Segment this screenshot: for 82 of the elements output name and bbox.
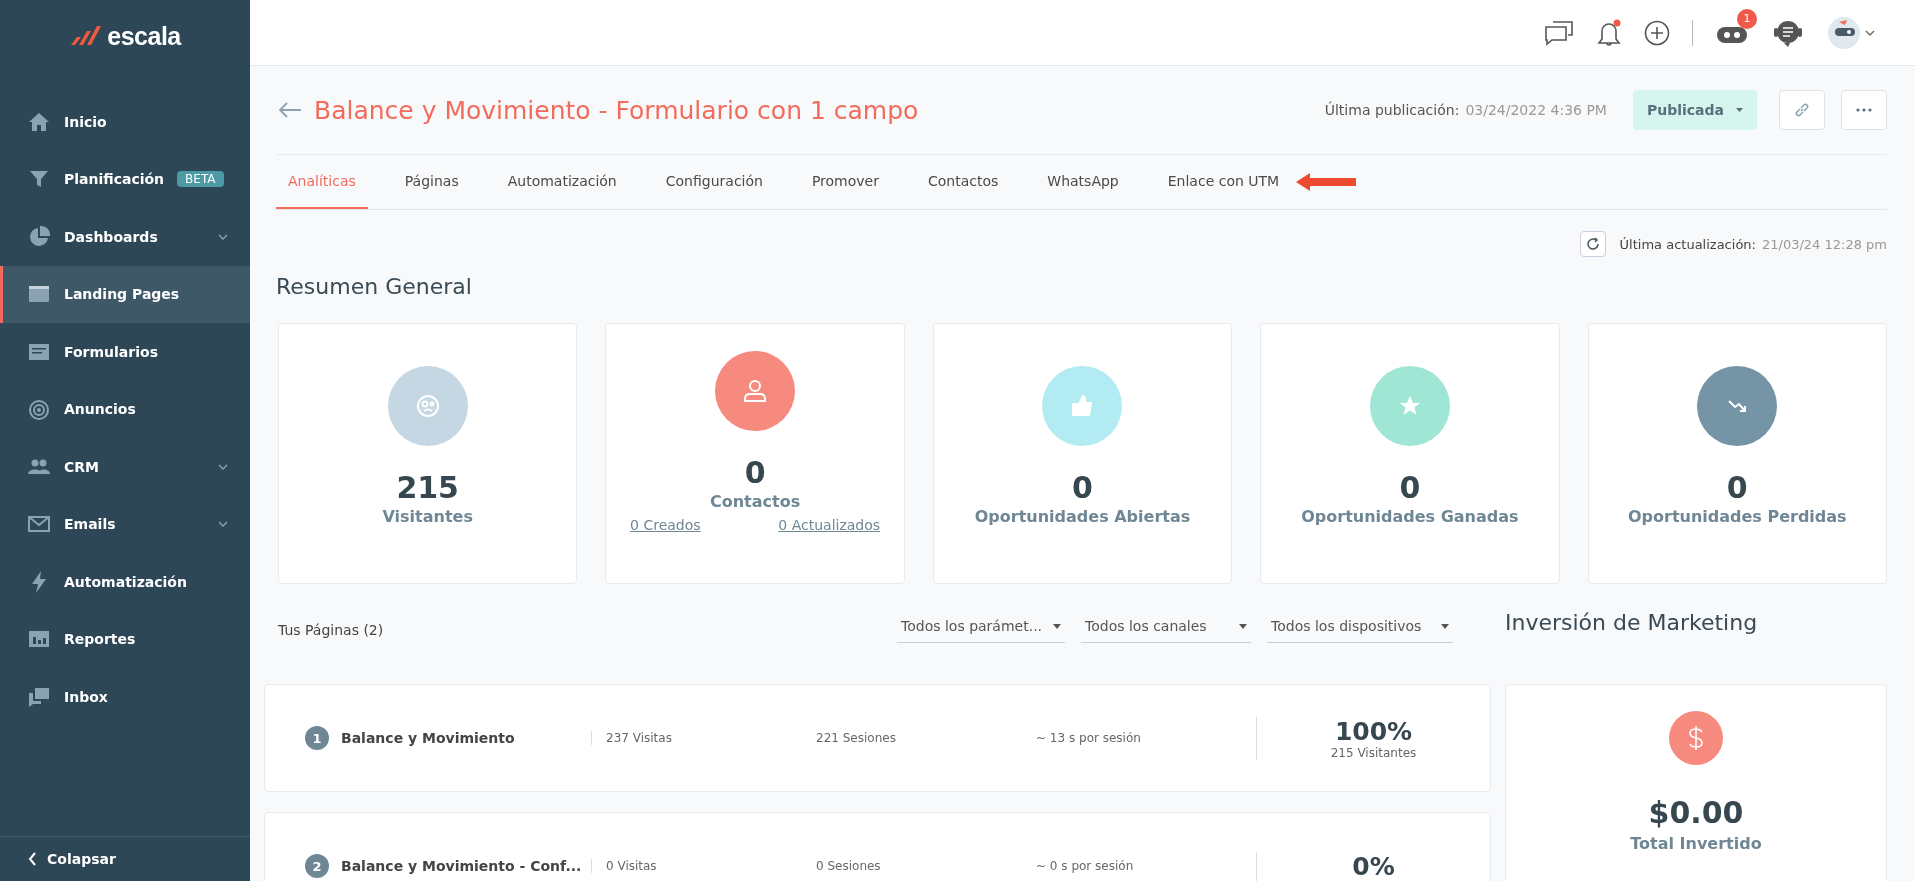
logo-text: escala bbox=[107, 21, 181, 51]
refresh-icon bbox=[1585, 237, 1600, 251]
stat-label: Oportunidades Abiertas bbox=[974, 507, 1191, 526]
sidebar-item[interactable]: Dashboards bbox=[0, 208, 250, 266]
stat-value: 0 bbox=[744, 455, 766, 490]
stat-value: 0 bbox=[1399, 470, 1421, 505]
duration-text: ~ 0 s por sesión bbox=[1036, 859, 1135, 873]
refresh-button[interactable] bbox=[1579, 231, 1606, 257]
sidebar-item[interactable]: Automatización bbox=[0, 553, 250, 611]
sidebar-item[interactable]: Inicio bbox=[0, 93, 250, 151]
filter-dropdown[interactable]: Todos los dispositivos bbox=[1267, 610, 1453, 643]
sessions-text: 221 Sesiones bbox=[816, 731, 897, 745]
tab[interactable]: WhatsApp bbox=[1035, 155, 1131, 209]
sidebar-item[interactable]: Reportes bbox=[0, 610, 250, 668]
marketing-label: Total Invertido bbox=[1630, 834, 1762, 853]
page-number: 2 bbox=[305, 854, 329, 878]
tab[interactable]: Enlace con UTM bbox=[1155, 155, 1292, 209]
notification-badge: 1 bbox=[1737, 8, 1757, 29]
page-row[interactable]: 2 Balance y Movimiento - Conf... 0 Visitas 0 Sesiones ~ 0 s por sesión 0% bbox=[264, 812, 1491, 881]
page-name: Balance y Movimiento - Conf... bbox=[341, 858, 582, 874]
page-title: Balance y Movimiento - Formulario con 1 campo bbox=[314, 95, 920, 125]
stat-value: 215 bbox=[396, 470, 459, 505]
last-published-label: Última publicación: bbox=[1324, 102, 1460, 118]
tab[interactable]: Páginas bbox=[392, 155, 471, 209]
caret-icon bbox=[1441, 623, 1449, 629]
logo-icon bbox=[69, 25, 104, 47]
stat-label: Contactos bbox=[710, 492, 801, 511]
sidebar-item[interactable]: Anuncios bbox=[0, 380, 250, 438]
menu-icon bbox=[27, 397, 51, 422]
page-row[interactable]: 1 Balance y Movimiento 237 Visitas 221 Sesiones ~ 13 s por sesión 100% 215 Visitantes bbox=[264, 684, 1491, 792]
percent-value: 0% bbox=[1352, 851, 1395, 881]
pages-title: Tus Páginas (2) bbox=[278, 622, 384, 640]
stat-value: 0 bbox=[1072, 470, 1093, 505]
duration-text: ~ 13 s por sesión bbox=[1036, 731, 1142, 745]
chevron-down-icon[interactable] bbox=[1865, 29, 1875, 36]
caret-icon bbox=[1239, 623, 1247, 629]
marketing-value: $0.00 bbox=[1648, 795, 1744, 830]
more-icon bbox=[1856, 108, 1872, 112]
plus-icon[interactable] bbox=[1644, 19, 1670, 46]
marketing-title: Inversión de Marketing bbox=[1505, 610, 1759, 637]
status-dropdown[interactable]: Publicada bbox=[1632, 90, 1757, 130]
sidebar-item[interactable]: CRM bbox=[0, 438, 250, 496]
last-published-date: 03/24/2022 4:36 PM bbox=[1465, 102, 1607, 118]
sidebar-item[interactable]: Landing Pages bbox=[0, 265, 250, 323]
tab[interactable]: Contactos bbox=[916, 155, 1011, 209]
link-icon bbox=[1794, 102, 1810, 118]
stat-label: Oportunidades Ganadas bbox=[1301, 507, 1519, 526]
stat-link[interactable]: 0 Actualizados bbox=[778, 517, 881, 533]
visits-text: 0 Visitas bbox=[591, 859, 816, 873]
sessions-text: 0 Sesiones bbox=[816, 859, 882, 873]
last-updated-date: 21/03/24 12:28 pm bbox=[1761, 236, 1887, 252]
sidebar-item[interactable]: Inbox bbox=[0, 668, 250, 726]
page-number: 1 bbox=[305, 726, 329, 750]
caret-icon bbox=[1736, 108, 1743, 112]
sidebar-item[interactable]: Planificación BETA bbox=[0, 150, 250, 208]
percent-value: 100% bbox=[1334, 716, 1413, 746]
stat-link[interactable]: 0 Creados bbox=[630, 517, 701, 533]
stat-label: Oportunidades Perdidas bbox=[1627, 507, 1847, 526]
filter-dropdown[interactable]: Todos los canales bbox=[1081, 610, 1251, 643]
chevron-left-icon bbox=[28, 852, 37, 866]
tab[interactable]: Automatización bbox=[495, 155, 629, 209]
beta-badge: BETA bbox=[177, 171, 224, 188]
tab[interactable]: Promover bbox=[799, 155, 891, 209]
last-updated-label: Última actualización: bbox=[1619, 236, 1756, 252]
section-title: Resumen General bbox=[276, 274, 473, 299]
stat-value: 0 bbox=[1726, 470, 1748, 505]
sidebar-item[interactable]: Formularios bbox=[0, 323, 250, 381]
dollar-icon bbox=[1669, 711, 1723, 765]
avatar-icon[interactable] bbox=[1827, 15, 1861, 50]
caret-icon bbox=[1053, 623, 1061, 629]
menu-icon bbox=[27, 224, 51, 249]
pointer-arrow-icon bbox=[1296, 172, 1357, 192]
bell-icon[interactable] bbox=[1596, 18, 1622, 47]
stat-label: Visitantes bbox=[382, 507, 473, 526]
page-name: Balance y Movimiento bbox=[341, 730, 515, 746]
tab[interactable]: Configuración bbox=[653, 155, 775, 209]
visitors-text: 215 Visitantes bbox=[1330, 745, 1417, 760]
sidebar: escala Inicio Planificación BETA Dashboards Landing Pages Formularios Anuncios CRM Emails Automatización Reportes Inbox Colapsar bbox=[0, 0, 250, 881]
chat-icon[interactable] bbox=[1544, 19, 1574, 46]
filter-dropdown[interactable]: Todos los parámet... bbox=[897, 610, 1065, 643]
sidebar-item[interactable]: Emails bbox=[0, 495, 250, 553]
visits-text: 237 Visitas bbox=[591, 731, 816, 745]
